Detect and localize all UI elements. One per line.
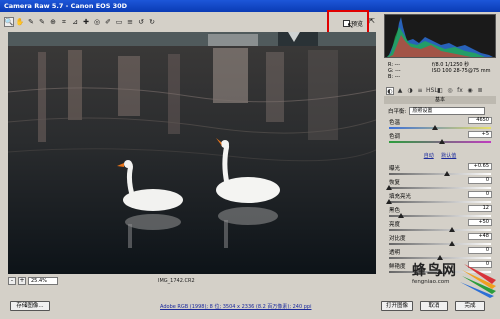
slider-value-field[interactable]: 4650 <box>468 117 492 124</box>
slider-value-field[interactable]: 0 <box>468 191 492 198</box>
slider-track[interactable] <box>389 229 491 231</box>
white-balance-row: 白平衡: 原照设置 <box>384 106 496 116</box>
slider-value-field[interactable]: +0.65 <box>468 163 492 170</box>
panel-tab-5[interactable]: HSL <box>426 87 438 95</box>
panel-title: 基本 <box>384 96 496 104</box>
slider-thumb-icon[interactable] <box>386 199 392 204</box>
watermark-url: fengniao.com <box>412 279 450 285</box>
slider-value-field[interactable]: 0 <box>468 177 492 184</box>
auto-link[interactable]: 自动 <box>424 153 434 159</box>
slider-track[interactable] <box>389 201 491 203</box>
auto-default-links: 自动 默认值 <box>384 152 496 159</box>
hand-tool-icon[interactable]: ✋ <box>15 17 25 27</box>
filename-label: IMG_1742.CR2 <box>158 278 195 284</box>
slider-value-field[interactable]: +50 <box>468 219 492 226</box>
slider-thumb-icon[interactable] <box>444 171 451 176</box>
slider-row: 色温 4650 <box>384 117 496 132</box>
slider-label: 鲜艳度 <box>389 264 406 270</box>
slider-label: 对比度 <box>389 236 406 242</box>
slider-thumb-icon[interactable] <box>449 241 456 246</box>
slider-thumb-icon[interactable] <box>431 125 438 130</box>
histogram <box>384 14 496 58</box>
panel-tab-1[interactable]: ◐ <box>386 87 394 95</box>
slider-row: 色调 +5 <box>384 131 496 146</box>
open-image-button[interactable]: 打开图像 <box>381 301 413 311</box>
cancel-button[interactable]: 取消 <box>420 301 448 311</box>
slider-track[interactable] <box>389 215 491 217</box>
panel-tab-8[interactable]: fx <box>456 87 464 95</box>
slider-track[interactable] <box>389 127 491 129</box>
slider-row: 黑色 12 <box>384 205 496 220</box>
straighten-tool-icon[interactable]: ⊿ <box>70 17 80 27</box>
slider-row: 曝光 +0.65 <box>384 163 496 178</box>
white-balance-select[interactable]: 原照设置 <box>409 107 486 115</box>
window-title: Camera Raw 5.7 - Canon EOS 30D <box>0 0 500 12</box>
zoom-out-button[interactable]: - <box>8 277 16 285</box>
histogram-graph <box>387 17 493 57</box>
white-balance-tool-icon[interactable]: ✎ <box>26 17 36 27</box>
slider-thumb-icon[interactable] <box>449 227 456 232</box>
white-balance-label: 白平衡: <box>388 109 407 115</box>
slider-label: 色调 <box>389 134 401 140</box>
slider-label: 填充亮光 <box>389 194 412 200</box>
slider-label: 色温 <box>389 120 401 126</box>
slider-track[interactable] <box>389 173 491 175</box>
zoom-tool-icon[interactable]: 🔍 <box>4 17 14 27</box>
red-eye-tool-icon[interactable]: ◎ <box>92 17 102 27</box>
camera-info-readout: R: --- G: --- B: --- f/8.0 1/1250 秒 ISO … <box>384 62 496 84</box>
slider-value-field[interactable]: +5 <box>468 131 492 138</box>
panel-tab-3[interactable]: ◑ <box>406 87 414 95</box>
status-bar: - + 25.4% IMG_1742.CR2 <box>8 276 376 286</box>
panel-tab-strip: ◐ ▲ ◑ ≡ HSL ◧ ◎ fx ◉ ≣ <box>384 86 496 96</box>
slider-row: 亮度 +50 <box>384 219 496 234</box>
slider-label: 曝光 <box>389 166 401 172</box>
adjustment-brush-icon[interactable]: ✐ <box>103 17 113 27</box>
slider-thumb-icon[interactable] <box>439 139 446 144</box>
slider-thumb-icon[interactable] <box>386 185 392 190</box>
preferences-icon[interactable]: ≡ <box>125 17 135 27</box>
fullscreen-icon[interactable]: ⇱ <box>369 17 375 25</box>
slider-label: 亮度 <box>389 222 401 228</box>
panel-tab-10[interactable]: ≣ <box>476 87 484 95</box>
targeted-adjustment-tool-icon[interactable]: ⊕ <box>48 17 58 27</box>
default-link[interactable]: 默认值 <box>441 153 456 159</box>
b-value: B: --- <box>388 74 401 80</box>
slider-value-field[interactable]: +48 <box>468 233 492 240</box>
crop-tool-icon[interactable]: ⌗ <box>59 17 69 27</box>
slider-value-field[interactable]: 12 <box>468 205 492 212</box>
slider-row: 对比度 +48 <box>384 233 496 248</box>
slider-row: 填充亮光 0 <box>384 191 496 206</box>
spot-removal-tool-icon[interactable]: ✚ <box>81 17 91 27</box>
rotate-ccw-icon[interactable]: ↺ <box>136 17 146 27</box>
tool-bar: 🔍 ✋ ✎ ✎ ⊕ ⌗ ⊿ ✚ ◎ ✐ ▭ ≡ ↺ ↻ <box>4 15 377 29</box>
done-button[interactable]: 完成 <box>455 301 485 311</box>
slider-track[interactable] <box>389 187 491 189</box>
zoom-level-select[interactable]: 25.4% <box>28 277 58 285</box>
panel-tab-6[interactable]: ◧ <box>436 87 444 95</box>
graduated-filter-icon[interactable]: ▭ <box>114 17 124 27</box>
panel-tab-4[interactable]: ≡ <box>416 87 424 95</box>
iso-lens-info: ISO 100 28-75@75 mm <box>432 68 491 74</box>
watermark-title: 蜂鸟网 <box>412 263 457 279</box>
swans-photo <box>8 32 376 274</box>
slider-label: 透明 <box>389 250 401 256</box>
slider-row: 恢复 0 <box>384 177 496 192</box>
slider-thumb-icon[interactable] <box>398 213 405 218</box>
panel-tab-7[interactable]: ◎ <box>446 87 454 95</box>
panel-tab-9[interactable]: ◉ <box>466 87 474 95</box>
workflow-options-link[interactable]: Adobe RGB (1998); 8 位; 3504 x 2336 (8.2 … <box>160 303 311 310</box>
panel-tab-2[interactable]: ▲ <box>396 87 404 95</box>
mouse-cursor-icon: ↖ <box>347 21 354 30</box>
bottom-bar: 存储图像... Adobe RGB (1998); 8 位; 3504 x 23… <box>0 298 500 319</box>
save-image-button[interactable]: 存储图像... <box>10 301 50 311</box>
slider-track[interactable] <box>389 243 491 245</box>
image-preview-canvas[interactable] <box>8 32 376 274</box>
slider-value-field[interactable]: 0 <box>468 247 492 254</box>
rotate-cw-icon[interactable]: ↻ <box>147 17 157 27</box>
color-sampler-tool-icon[interactable]: ✎ <box>37 17 47 27</box>
zoom-in-button[interactable]: + <box>18 277 26 285</box>
